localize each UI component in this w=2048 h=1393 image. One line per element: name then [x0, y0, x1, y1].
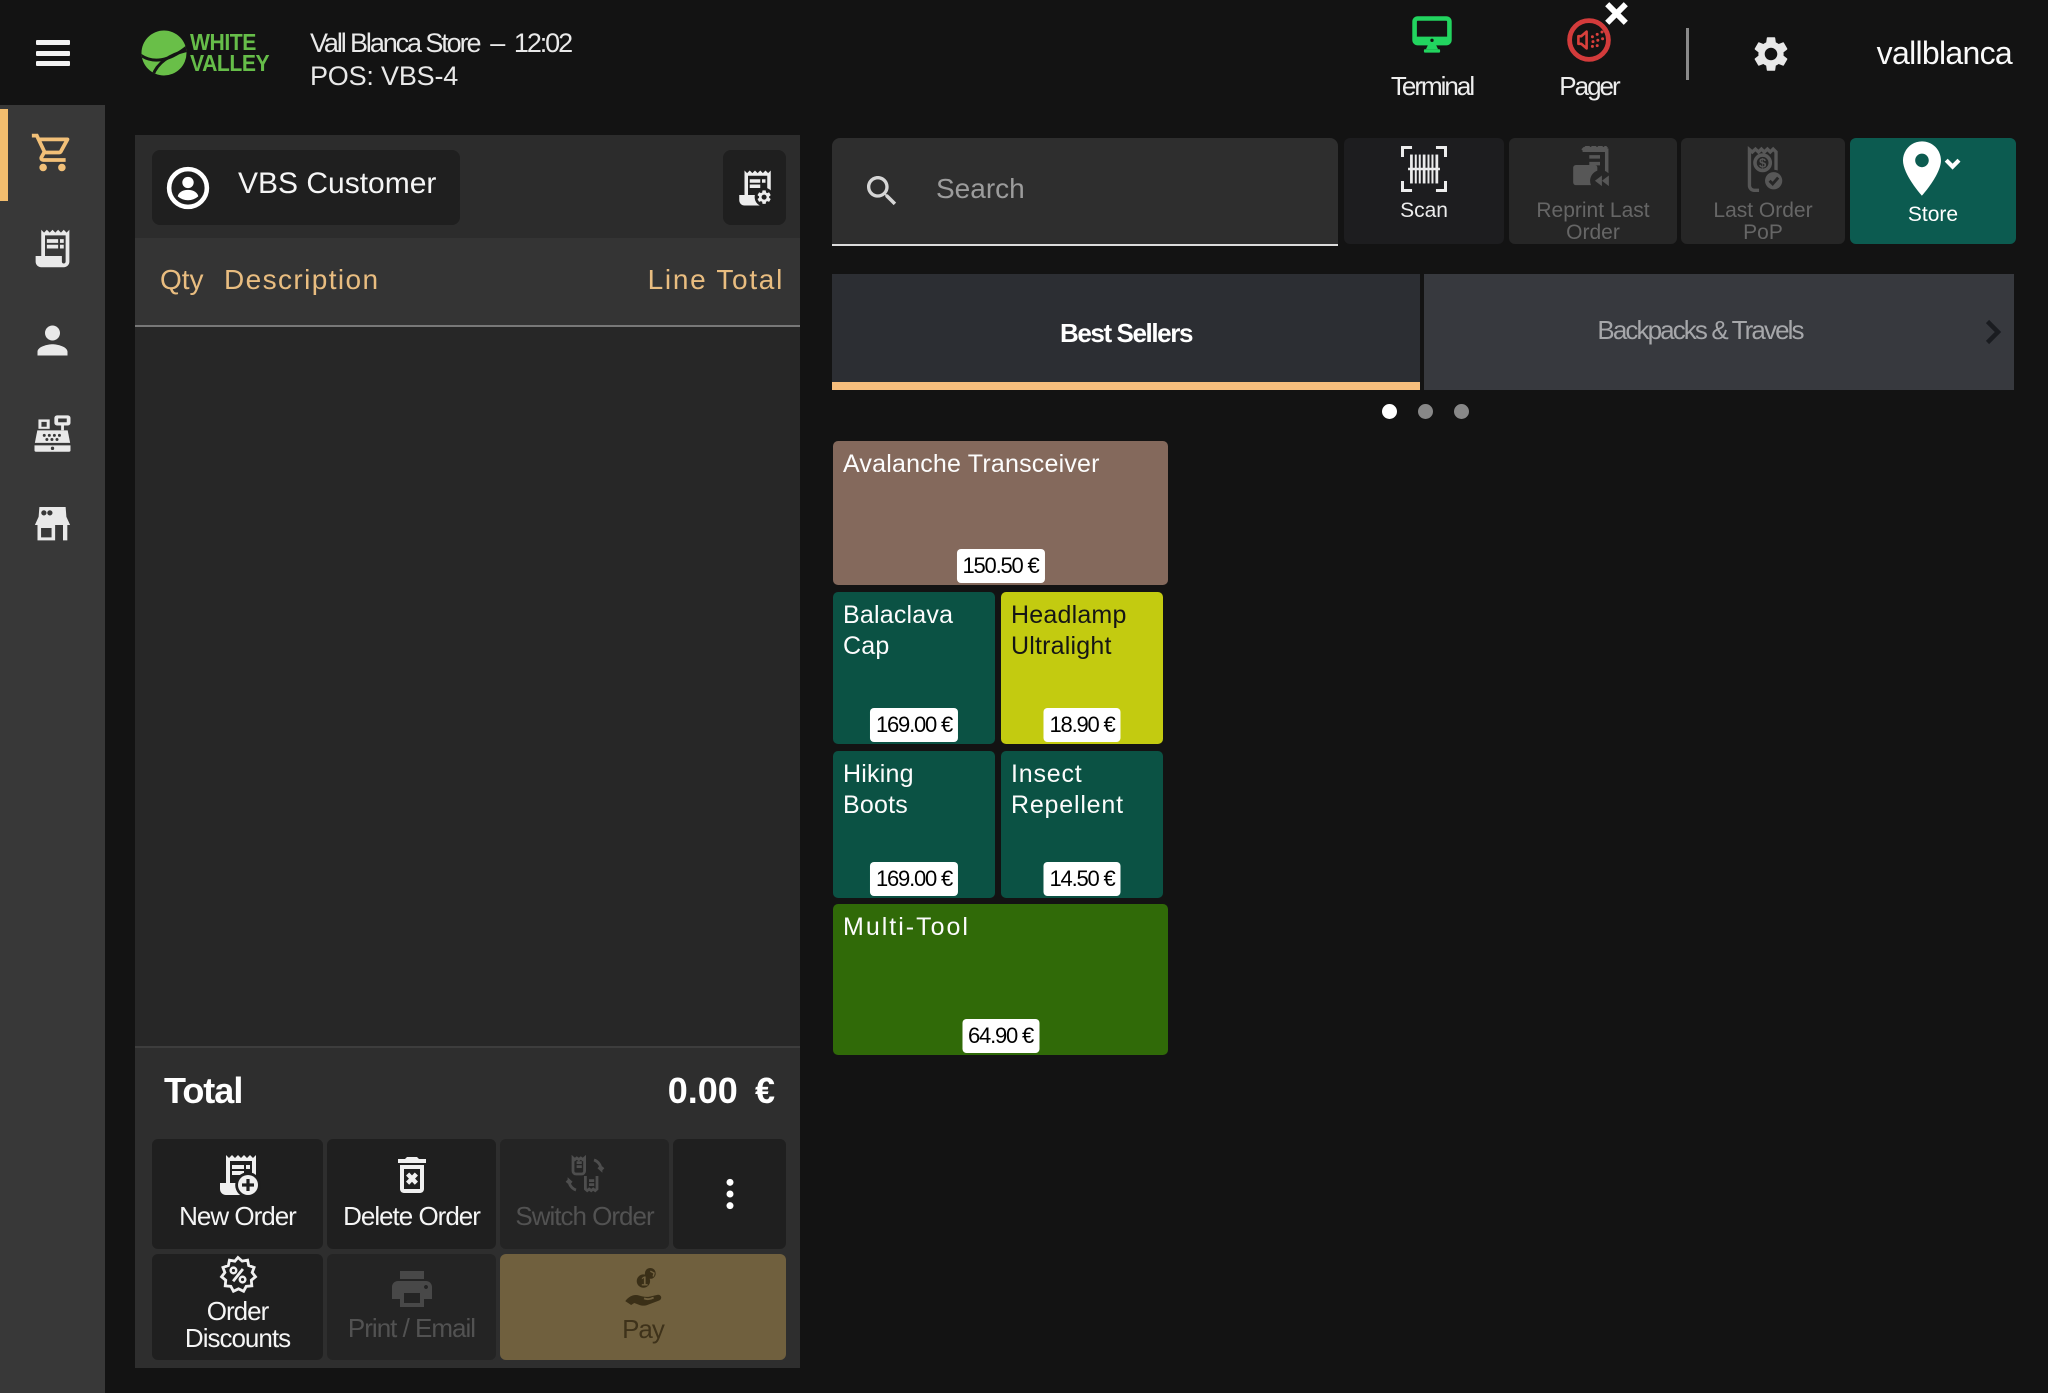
svg-text:$: $ — [1759, 156, 1767, 171]
